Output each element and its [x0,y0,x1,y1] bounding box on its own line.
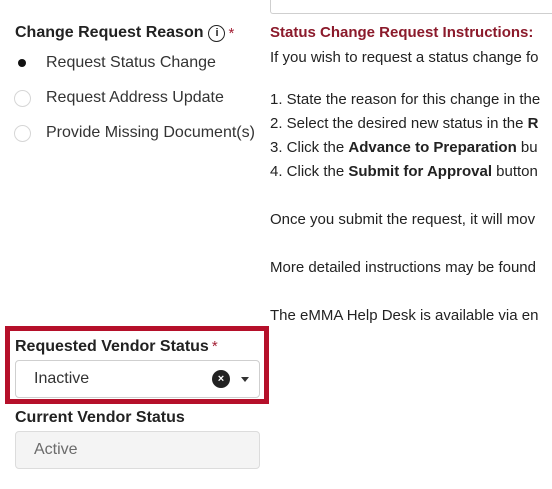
instructions-helpdesk: The eMMA Help Desk is available via en [270,307,539,324]
step-2-text: 2. Select the desired new status in the [270,115,528,132]
instructions-title: Status Change Request Instructions: [270,24,534,41]
required-marker: * [211,338,218,355]
instructions-intro: If you wish to request a status change f… [270,49,539,66]
step-3-bold: Advance to Preparation [348,139,517,156]
radio-label: Request Address Update [46,89,224,106]
step-3-suffix: bu [516,139,538,156]
info-icon[interactable]: i [208,24,226,42]
top-input-box[interactable] [270,0,552,14]
selected-value: Inactive [34,370,90,387]
requested-status-label-text: Requested Vendor Status [15,338,209,355]
instructions-step-1: 1. State the reason for this change in t… [270,91,541,108]
step-4-bold: Submit for Approval [348,163,492,180]
instructions-step-4: 4. Click the Submit for Approval button [270,163,538,180]
reason-label-text: Change Request Reason [15,24,204,41]
radio-request-status-change[interactable]: Request Status Change [14,54,216,72]
radio-unselected-icon[interactable] [14,89,31,107]
step-2-bold: R [527,115,539,132]
radio-request-address-update[interactable]: Request Address Update [14,89,224,107]
step-3-text: 3. Click the [270,139,349,156]
instructions-more-info: More detailed instructions may be found [270,259,536,276]
current-vendor-status-label: Current Vendor Status [15,409,185,426]
requested-vendor-status-select[interactable]: Inactive × [15,360,260,398]
radio-label: Request Status Change [46,54,216,71]
caret-down-icon[interactable] [241,377,249,382]
change-request-reason-label: Change Request Reason i * [15,24,234,42]
radio-selected-icon[interactable] [14,54,31,72]
step-4-suffix: button [492,163,538,180]
radio-label: Provide Missing Document(s) [46,124,255,141]
radio-unselected-icon[interactable] [14,124,31,142]
requested-vendor-status-label: Requested Vendor Status * [15,338,218,356]
step-4-text: 4. Click the [270,163,349,180]
radio-provide-missing-documents[interactable]: Provide Missing Document(s) [14,124,255,142]
current-vendor-status-field: Active [15,431,260,469]
current-status-value: Active [34,441,78,458]
clear-icon[interactable]: × [212,370,230,388]
instructions-step-2: 2. Select the desired new status in the … [270,115,539,132]
instructions-step-3: 3. Click the Advance to Preparation bu [270,139,538,156]
required-marker: * [228,24,235,42]
instructions-submit-note: Once you submit the request, it will mov [270,211,536,228]
